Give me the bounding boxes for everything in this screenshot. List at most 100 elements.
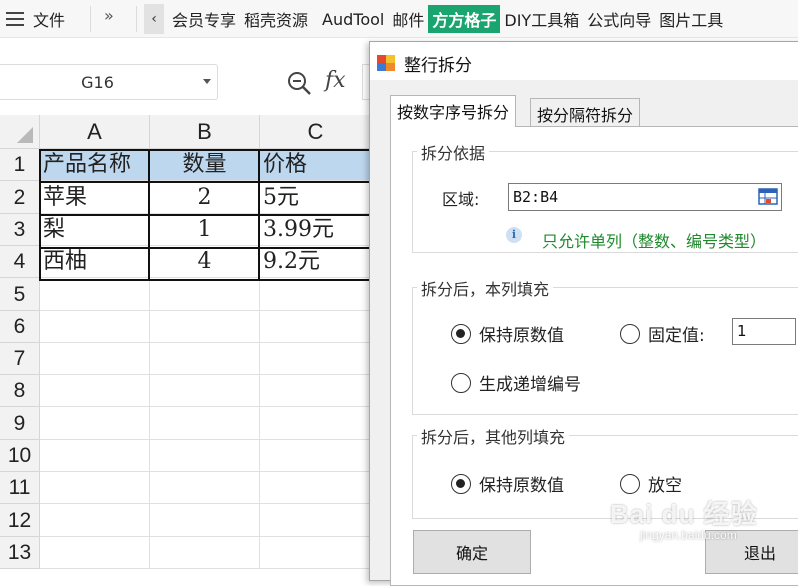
cell-a9[interactable] bbox=[40, 407, 150, 440]
table-gridline bbox=[39, 181, 372, 183]
select-all-corner[interactable] bbox=[0, 115, 40, 149]
row-header-6[interactable]: 6 bbox=[0, 311, 40, 343]
row-header-10[interactable]: 10 bbox=[0, 440, 40, 472]
cell-c11[interactable] bbox=[260, 472, 372, 504]
range-picker-icon[interactable] bbox=[758, 187, 778, 207]
tab-member[interactable]: 会员专享 bbox=[168, 5, 240, 33]
file-menu-label: 文件 bbox=[33, 11, 66, 30]
row-header-5[interactable]: 5 bbox=[0, 278, 40, 311]
radio-fixed-value[interactable]: 固定值: bbox=[620, 321, 705, 346]
row-header-3[interactable]: 3 bbox=[0, 214, 40, 246]
cell-c12[interactable] bbox=[260, 504, 372, 537]
cell-c8[interactable] bbox=[260, 375, 372, 407]
menu-bar: 文件 » ‹ 会员专享 稻壳资源 AudTool 邮件 方方格子 DIY工具箱 … bbox=[0, 0, 798, 38]
cell-c2[interactable]: 5元 bbox=[260, 181, 372, 214]
tab-mail[interactable]: 邮件 bbox=[388, 5, 428, 33]
column-header-a[interactable]: A bbox=[40, 115, 150, 149]
row-header-8[interactable]: 8 bbox=[0, 375, 40, 407]
row-header-12[interactable]: 12 bbox=[0, 504, 40, 537]
zoom-icon[interactable] bbox=[286, 70, 312, 96]
cell-b11[interactable] bbox=[150, 472, 260, 504]
row-header-4[interactable]: 4 bbox=[0, 246, 40, 278]
chevron-down-icon[interactable] bbox=[203, 79, 211, 84]
cell-a6[interactable] bbox=[40, 311, 150, 343]
range-input[interactable]: B2:B4 bbox=[508, 183, 782, 211]
row-header-9[interactable]: 9 bbox=[0, 407, 40, 440]
cell-a12[interactable] bbox=[40, 504, 150, 537]
cell-c5[interactable] bbox=[260, 278, 372, 311]
tab-fangfang-gezi[interactable]: 方方格子 bbox=[428, 5, 501, 33]
radio-fixed-value-label: 固定值: bbox=[648, 326, 705, 346]
cell-b1[interactable]: 数量 bbox=[150, 149, 260, 181]
row-header-13[interactable]: 13 bbox=[0, 537, 40, 569]
radio-other-keep-original[interactable]: 保持原数值 bbox=[451, 471, 564, 496]
name-box[interactable]: G16 bbox=[0, 64, 218, 100]
cell-b12[interactable] bbox=[150, 504, 260, 537]
cell-b3[interactable]: 1 bbox=[150, 214, 260, 246]
fx-icon[interactable]: fx bbox=[325, 68, 346, 93]
radio-increment-number[interactable]: 生成递增编号 bbox=[451, 370, 581, 395]
cell-c3[interactable]: 3.99元 bbox=[260, 214, 372, 246]
cell-b9[interactable] bbox=[150, 407, 260, 440]
column-header-c[interactable]: C bbox=[260, 115, 372, 149]
cell-c7[interactable] bbox=[260, 343, 372, 375]
cell-a2[interactable]: 苹果 bbox=[40, 181, 150, 214]
watermark-logo: Bai du 经验 bbox=[610, 499, 758, 529]
cell-a5[interactable] bbox=[40, 278, 150, 311]
more-tabs-icon[interactable]: » bbox=[104, 6, 114, 25]
hamburger-icon bbox=[6, 12, 24, 26]
tab-diy-toolbox[interactable]: DIY工具箱 bbox=[500, 5, 583, 33]
tab-formula-wizard[interactable]: 公式向导 bbox=[583, 5, 655, 33]
table-gridline bbox=[39, 214, 372, 216]
table-gridline bbox=[39, 247, 372, 249]
table-gridline bbox=[258, 149, 260, 281]
table-gridline bbox=[148, 149, 150, 281]
cell-c1[interactable]: 价格 bbox=[260, 149, 372, 181]
cell-b13[interactable] bbox=[150, 537, 260, 569]
radio-keep-original[interactable]: 保持原数值 bbox=[451, 321, 564, 346]
info-icon: i bbox=[506, 227, 522, 243]
cell-a4[interactable]: 西柚 bbox=[40, 246, 150, 278]
cell-a13[interactable] bbox=[40, 537, 150, 569]
ok-button[interactable]: 确定 bbox=[413, 530, 531, 574]
select-all-icon bbox=[17, 127, 33, 143]
cell-b5[interactable] bbox=[150, 278, 260, 311]
cell-c13[interactable] bbox=[260, 537, 372, 569]
row-header-1[interactable]: 1 bbox=[0, 149, 40, 181]
cell-a8[interactable] bbox=[40, 375, 150, 407]
cell-a3[interactable]: 梨 bbox=[40, 214, 150, 246]
radio-other-blank[interactable]: 放空 bbox=[620, 471, 682, 496]
tab-image-tools[interactable]: 图片工具 bbox=[655, 5, 727, 33]
tab-audtool[interactable]: AudTool bbox=[318, 8, 388, 31]
cell-b10[interactable] bbox=[150, 440, 260, 472]
cell-b6[interactable] bbox=[150, 311, 260, 343]
row-header-11[interactable]: 11 bbox=[0, 472, 40, 504]
cell-a7[interactable] bbox=[40, 343, 150, 375]
watermark-url: jingyan.baidu.com bbox=[640, 528, 737, 542]
cell-c9[interactable] bbox=[260, 407, 372, 440]
cell-a10[interactable] bbox=[40, 440, 150, 472]
cell-a1[interactable]: 产品名称 bbox=[40, 149, 150, 181]
cell-a11[interactable] bbox=[40, 472, 150, 504]
this-column-fill-group bbox=[412, 287, 798, 415]
radio-increment-number-label: 生成递增编号 bbox=[479, 375, 581, 395]
row-header-2[interactable]: 2 bbox=[0, 181, 40, 214]
row-header-7[interactable]: 7 bbox=[0, 343, 40, 375]
tab-split-by-delimiter[interactable]: 按分隔符拆分 bbox=[530, 98, 641, 126]
cell-b7[interactable] bbox=[150, 343, 260, 375]
scroll-left-button[interactable]: ‹ bbox=[144, 4, 164, 34]
cell-c6[interactable] bbox=[260, 311, 372, 343]
cell-b4[interactable]: 4 bbox=[150, 246, 260, 278]
radio-keep-original-label: 保持原数值 bbox=[479, 326, 564, 346]
radio-indicator bbox=[620, 473, 640, 494]
cell-c10[interactable] bbox=[260, 440, 372, 472]
column-header-b[interactable]: B bbox=[150, 115, 260, 149]
tab-split-by-number[interactable]: 按数字序号拆分 bbox=[390, 95, 517, 127]
fixed-value-input[interactable]: 1 bbox=[732, 318, 796, 345]
file-menu-button[interactable]: 文件 bbox=[6, 7, 86, 31]
tab-docer[interactable]: 稻壳资源 bbox=[240, 5, 312, 33]
cell-b2[interactable]: 2 bbox=[150, 181, 260, 214]
cell-b8[interactable] bbox=[150, 375, 260, 407]
cell-c4[interactable]: 9.2元 bbox=[260, 246, 372, 278]
dialog-title-bar[interactable]: 整行拆分 bbox=[370, 42, 798, 80]
